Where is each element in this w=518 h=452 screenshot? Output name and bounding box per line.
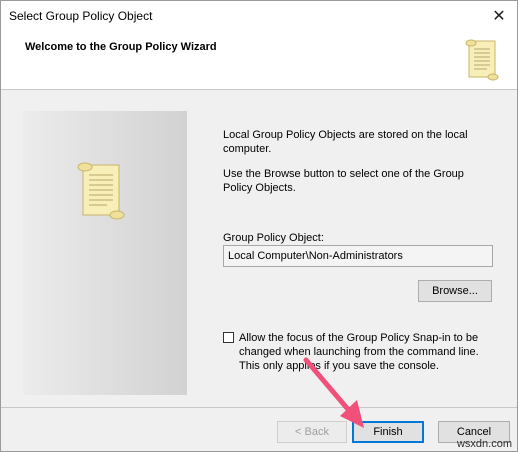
watermark-text: wsxdn.com <box>456 438 512 450</box>
annotation-arrow-icon <box>303 357 364 428</box>
